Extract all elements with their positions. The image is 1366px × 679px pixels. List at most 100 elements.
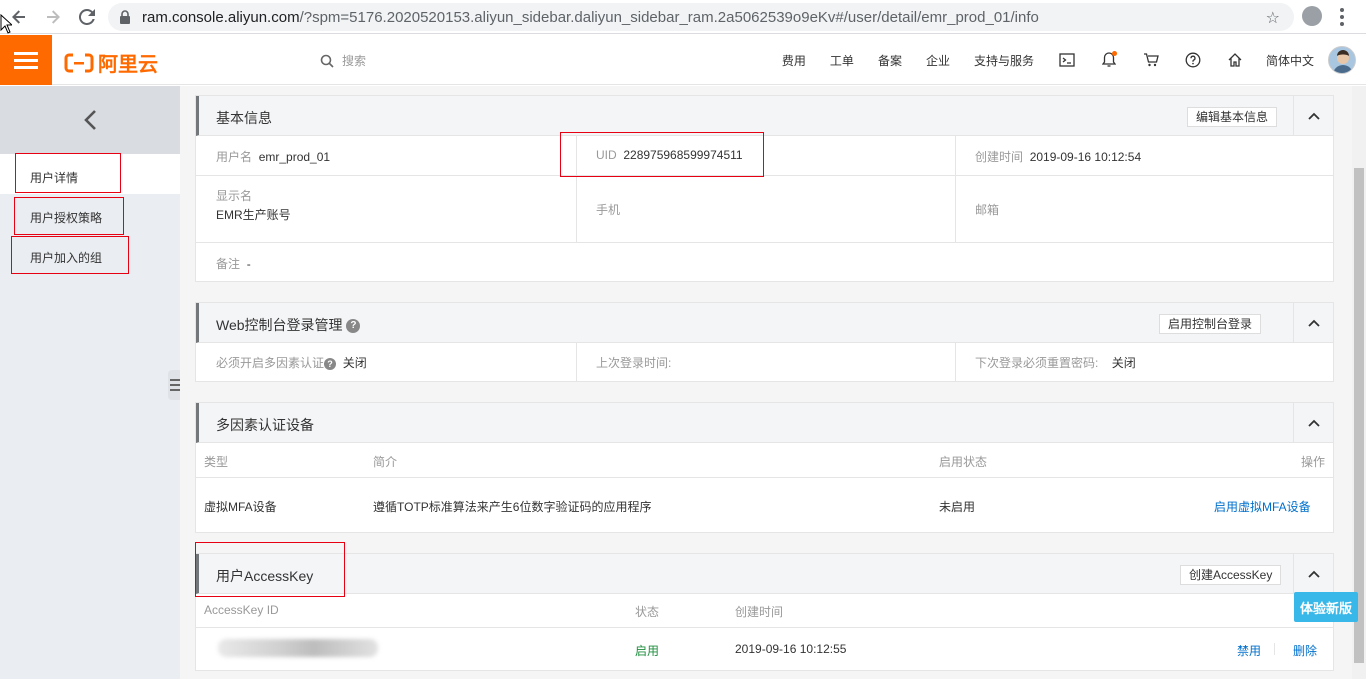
- reset-password-label: 下次登录必须重置密码:: [975, 356, 1099, 370]
- divider: [196, 477, 1333, 478]
- display-name-value: EMR生产账号: [216, 208, 291, 222]
- phone-field: 手机: [596, 201, 620, 218]
- panel-header: 用户AccessKey 创建AccessKey: [196, 554, 1333, 594]
- last-login-label: 上次登录时间:: [596, 356, 672, 370]
- sidebar: 用户详情 用户授权策略 用户加入的组: [0, 86, 180, 679]
- divider: [955, 343, 956, 381]
- search-box[interactable]: 搜索: [320, 52, 366, 69]
- bookmark-star-icon[interactable]: ☆: [1266, 8, 1280, 28]
- mouse-cursor-icon: [0, 14, 12, 34]
- username-value: emr_prod_01: [258, 150, 331, 164]
- browser-menu-icon[interactable]: [1340, 8, 1344, 26]
- username-label: 用户名: [216, 150, 253, 164]
- notification-dot: [1111, 51, 1117, 56]
- column-header-action: 操作: [1301, 455, 1326, 469]
- created-field: 创建时间 2019-09-16 10:12:54: [975, 148, 1141, 165]
- reload-button[interactable]: [72, 2, 102, 32]
- divider: [196, 175, 1333, 176]
- divider: [1274, 643, 1275, 655]
- edit-basic-info-button[interactable]: 编辑基本信息: [1187, 107, 1278, 127]
- profile-icon[interactable]: [1302, 6, 1322, 26]
- email-label: 邮箱: [975, 203, 1000, 217]
- nav-icp[interactable]: 备案: [878, 52, 902, 69]
- page-scrollbar[interactable]: [1352, 86, 1366, 679]
- cart-icon[interactable]: [1142, 51, 1160, 69]
- panel-title: 基本信息: [216, 110, 272, 126]
- column-header-created: 创建时间: [735, 605, 784, 619]
- created-label: 创建时间: [975, 150, 1024, 164]
- forward-button[interactable]: [38, 2, 68, 32]
- mfa-status-cell: 未启用: [939, 500, 976, 514]
- last-login-field: 上次登录时间:: [596, 354, 671, 371]
- lock-icon: [120, 10, 130, 24]
- username-field: 用户名 emr_prod_01: [216, 148, 330, 165]
- chevron-up-icon: [1307, 112, 1320, 120]
- create-accesskey-button[interactable]: 创建AccessKey: [1180, 565, 1282, 585]
- collapse-button[interactable]: [1293, 96, 1333, 136]
- delete-accesskey-link[interactable]: 删除: [1293, 642, 1317, 659]
- collapse-button[interactable]: [1293, 403, 1333, 443]
- sidebar-back-button[interactable]: [0, 86, 180, 154]
- logo-text: 阿里云: [98, 54, 158, 76]
- mfa-required-label: 必须开启多因素认证: [216, 356, 325, 370]
- panel-title: Web控制台登录管理 ?: [216, 315, 361, 335]
- browser-toolbar: ram.console.aliyun.com/?spm=5176.2020520…: [0, 0, 1366, 34]
- mfa-type-cell: 虚拟MFA设备: [204, 500, 277, 514]
- enable-console-login-button[interactable]: 启用控制台登录: [1159, 314, 1262, 334]
- panel-header: 基本信息 编辑基本信息: [196, 96, 1333, 136]
- redacted-accesskey-id: [218, 639, 378, 657]
- nav-fees[interactable]: 费用: [782, 52, 806, 69]
- help-icon[interactable]: [1184, 51, 1202, 69]
- chevron-up-icon: [1307, 570, 1320, 578]
- console-top-nav: 阿里云 搜索 费用 工单 备案 企业 支持与服务 简体中文: [0, 35, 1366, 85]
- column-header-accesskey-id: AccessKey ID: [204, 603, 279, 617]
- phone-label: 手机: [596, 203, 621, 217]
- enable-virtual-mfa-link[interactable]: 启用虚拟MFA设备: [1214, 498, 1311, 515]
- remark-label: 备注: [216, 257, 241, 271]
- collapse-button[interactable]: [1293, 303, 1333, 343]
- accesskey-panel: 用户AccessKey 创建AccessKey AccessKey ID 状态 …: [195, 553, 1334, 671]
- column-header-desc: 简介: [373, 455, 398, 469]
- collapse-button[interactable]: [1293, 554, 1333, 594]
- web-console-panel: Web控制台登录管理 ? 启用控制台登录 必须开启多因素认证? 关闭 上次登录时…: [195, 302, 1334, 382]
- aliyun-logo[interactable]: 阿里云: [64, 48, 158, 77]
- nav-tickets[interactable]: 工单: [830, 52, 854, 69]
- main-content: 基本信息 编辑基本信息 用户名 emr_prod_01 UID 22897596…: [180, 86, 1352, 679]
- bell-icon[interactable]: [1100, 51, 1118, 69]
- divider: [576, 343, 577, 381]
- email-field: 邮箱: [975, 201, 999, 218]
- divider: [196, 627, 1333, 628]
- reset-password-field: 下次登录必须重置密码: 关闭: [975, 354, 1136, 371]
- highlight-box: [195, 542, 345, 597]
- terminal-icon[interactable]: [1058, 51, 1076, 69]
- highlight-box: [14, 197, 124, 235]
- chevron-up-icon: [1307, 319, 1320, 327]
- column-header-status: 状态: [635, 605, 660, 619]
- search-placeholder: 搜索: [342, 54, 367, 68]
- display-name-field: 显示名 EMR生产账号: [216, 187, 291, 223]
- panel-title: 多因素认证设备: [216, 417, 314, 433]
- aliyun-logo-mark: [64, 53, 94, 72]
- nav-enterprise[interactable]: 企业: [926, 52, 950, 69]
- user-avatar[interactable]: [1328, 46, 1356, 74]
- help-icon[interactable]: ?: [346, 319, 361, 334]
- hamburger-menu-icon[interactable]: [0, 35, 52, 85]
- address-bar[interactable]: ram.console.aliyun.com/?spm=5176.2020520…: [108, 3, 1294, 31]
- basic-info-panel: 基本信息 编辑基本信息 用户名 emr_prod_01 UID 22897596…: [195, 95, 1334, 282]
- url-text: ram.console.aliyun.com/?spm=5176.2020520…: [142, 8, 1039, 26]
- scrollbar-thumb[interactable]: [1354, 168, 1364, 663]
- disable-accesskey-link[interactable]: 禁用: [1237, 642, 1261, 659]
- reset-password-value: 关闭: [1111, 356, 1136, 370]
- chevron-up-icon: [1307, 419, 1320, 427]
- home-icon[interactable]: [1226, 51, 1244, 69]
- highlight-box: [15, 153, 121, 193]
- highlight-box: [11, 236, 129, 274]
- nav-support[interactable]: 支持与服务: [974, 52, 1034, 69]
- language-switch[interactable]: 简体中文: [1266, 52, 1314, 69]
- help-icon[interactable]: ?: [324, 357, 337, 370]
- panel-header: Web控制台登录管理 ? 启用控制台登录: [196, 303, 1333, 343]
- mfa-device-panel: 多因素认证设备 类型 简介 启用状态 操作 虚拟MFA设备 遵循TOTP标准算法…: [195, 402, 1334, 533]
- mfa-desc-cell: 遵循TOTP标准算法来产生6位数字验证码的应用程序: [373, 500, 652, 514]
- accesskey-created-cell: 2019-09-16 10:12:55: [735, 642, 847, 656]
- try-new-version-button[interactable]: 体验新版: [1294, 592, 1358, 622]
